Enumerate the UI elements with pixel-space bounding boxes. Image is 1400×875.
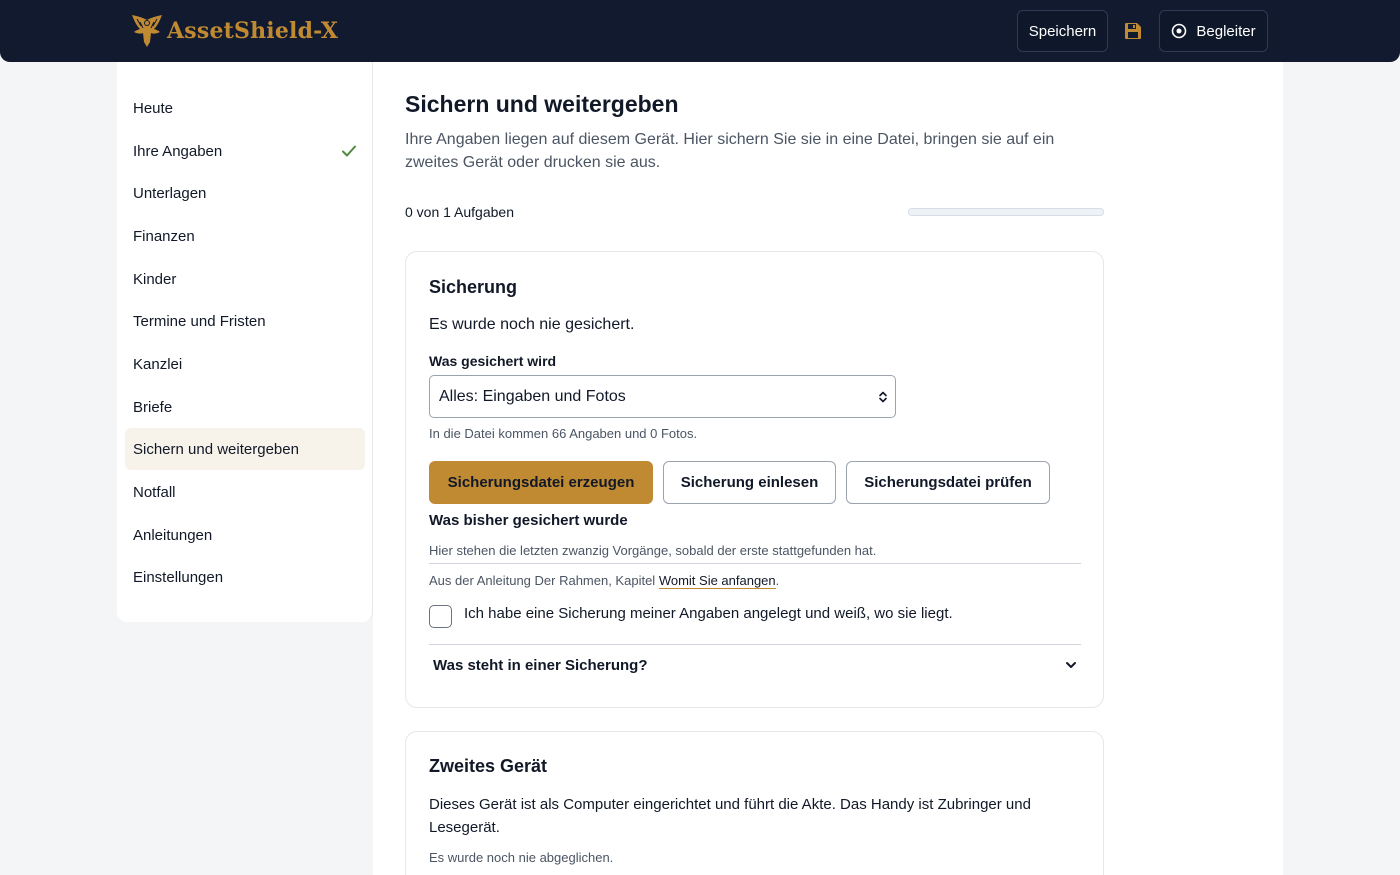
chevron-down-icon: [1066, 662, 1076, 668]
sidebar-item-label: Notfall: [133, 483, 176, 501]
chapter-link[interactable]: Womit Sie anfangen: [658, 573, 776, 589]
sidebar-item-label: Unterlagen: [133, 184, 207, 202]
backup-history-hint: Hier stehen die letzten zwanzig Vorgänge…: [429, 543, 877, 558]
sidebar-item-kanzlei[interactable]: Kanzlei: [125, 343, 365, 385]
accordion-label: Was steht in einer Sicherung?: [433, 656, 648, 674]
sidebar-item-label: Termine und Fristen: [133, 312, 266, 330]
backup-contents-accordion[interactable]: Was steht in einer Sicherung?: [429, 645, 1081, 685]
sidebar-item-heute[interactable]: Heute: [125, 87, 365, 129]
companion-button[interactable]: Begleiter: [1159, 10, 1268, 52]
save-button-label: Speichern: [1028, 22, 1097, 40]
sidebar-item-anleitungen[interactable]: Anleitungen: [125, 514, 365, 556]
backup-scope-select[interactable]: Alles: Eingaben und Fotos: [429, 375, 896, 418]
second-device-title: Zweites Gerät: [429, 756, 548, 776]
eagle-logo-icon: [132, 15, 162, 47]
task-progress-text: 0 von 1 Aufgaben: [405, 204, 514, 220]
create-backup-button[interactable]: Sicherungsdatei erzeugen: [429, 461, 653, 504]
source-suffix: .: [775, 573, 780, 588]
import-backup-button[interactable]: Sicherung einlesen: [663, 461, 836, 504]
sidebar: Heute Ihre Angaben Unterlagen Finanzen K…: [117, 62, 373, 622]
sidebar-item-einstellungen[interactable]: Einstellungen: [125, 556, 365, 598]
backup-status: Es wurde noch nie gesichert.: [429, 316, 635, 333]
source-reference: Aus der Anleitung Der Rahmen, Kapitel Wo…: [429, 573, 780, 589]
target-circle-icon: [1172, 23, 1187, 39]
brand[interactable]: AssetShield-X: [131, 14, 338, 48]
sidebar-item-label: Ihre Angaben: [133, 142, 223, 160]
top-bar: AssetShield-X Speichern Begleiter: [0, 0, 1400, 62]
sidebar-item-unterlagen[interactable]: Unterlagen: [125, 172, 365, 214]
second-device-description: Dieses Gerät ist als Computer eingericht…: [429, 796, 1031, 836]
backup-scope-hint: In die Datei kommen 66 Angaben und 0 Fot…: [429, 426, 698, 441]
select-updown-icon: [879, 391, 887, 403]
page-title: Sichern und weitergeben: [405, 91, 679, 117]
backup-card: Sicherung Es wurde noch nie gesichert. W…: [405, 251, 1104, 708]
sidebar-item-notfall[interactable]: Notfall: [125, 471, 365, 513]
sidebar-item-label: Finanzen: [133, 227, 195, 245]
verify-backup-button[interactable]: Sicherungsdatei prüfen: [846, 461, 1050, 504]
sidebar-item-label: Sichern und weitergeben: [133, 440, 299, 458]
sidebar-item-sichern[interactable]: Sichern und weitergeben: [125, 428, 365, 470]
brand-name: AssetShield-X: [167, 18, 339, 44]
save-button[interactable]: Speichern: [1017, 10, 1108, 52]
sidebar-item-label: Anleitungen: [133, 526, 213, 544]
check-icon: [342, 145, 356, 157]
sidebar-item-label: Einstellungen: [133, 568, 224, 586]
backup-confirm-label[interactable]: Ich habe eine Sicherung meiner Angaben a…: [464, 605, 953, 622]
sidebar-item-kinder[interactable]: Kinder: [125, 258, 365, 300]
second-device-card: Zweites Gerät Dieses Gerät ist als Compu…: [405, 731, 1104, 875]
backup-history-title: Was bisher gesichert wurde: [429, 512, 628, 529]
companion-button-label: Begleiter: [1196, 22, 1256, 40]
sidebar-item-label: Briefe: [133, 398, 173, 416]
backup-scope-value: Alles: Eingaben und Fotos: [439, 387, 626, 405]
source-prefix: Aus der Anleitung Der Rahmen, Kapitel: [429, 573, 659, 588]
sidebar-item-termine[interactable]: Termine und Fristen: [125, 300, 365, 342]
divider: [429, 563, 1081, 564]
sidebar-item-briefe[interactable]: Briefe: [125, 386, 365, 428]
page-description: Ihre Angaben liegen auf diesem Gerät. Hi…: [405, 131, 1055, 171]
sidebar-item-finanzen[interactable]: Finanzen: [125, 215, 365, 257]
sidebar-item-label: Kinder: [133, 270, 177, 288]
floppy-disk-icon[interactable]: [1124, 22, 1142, 40]
backup-confirm-checkbox[interactable]: [429, 605, 452, 628]
sidebar-item-label: Heute: [133, 99, 174, 117]
backup-card-title: Sicherung: [429, 277, 518, 297]
sidebar-item-label: Kanzlei: [133, 355, 183, 373]
task-progress-bar: [908, 208, 1104, 216]
sidebar-item-ihre-angaben[interactable]: Ihre Angaben: [125, 130, 365, 172]
second-device-status: Es wurde noch nie abgeglichen.: [429, 850, 614, 865]
backup-scope-label: Was gesichert wird: [429, 353, 557, 369]
